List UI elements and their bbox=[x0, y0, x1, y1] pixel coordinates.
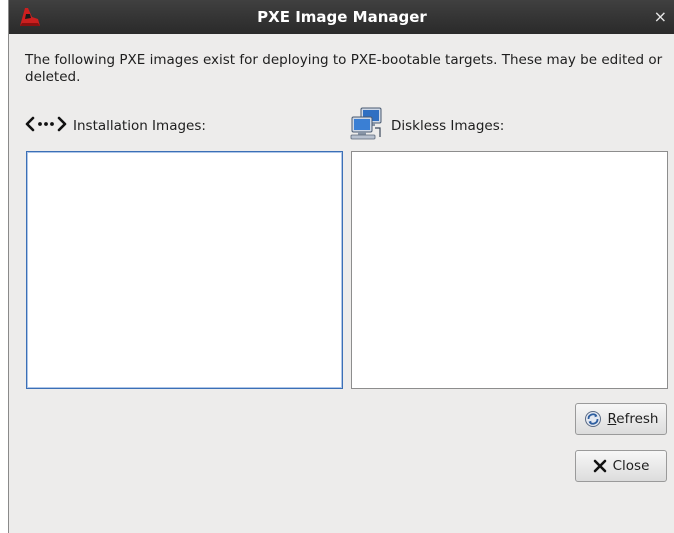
diskless-images-header: Diskless Images: bbox=[349, 106, 504, 146]
diskless-images-label: Diskless Images: bbox=[391, 118, 505, 134]
titlebar[interactable]: PXE Image Manager × bbox=[9, 0, 674, 34]
refresh-icon bbox=[584, 410, 602, 428]
installation-images-list[interactable] bbox=[26, 151, 343, 389]
close-button-label: Close bbox=[612, 458, 650, 474]
description-text: The following PXE images exist for deplo… bbox=[25, 52, 663, 85]
close-x-icon bbox=[593, 459, 607, 473]
close-button[interactable]: Close bbox=[575, 450, 667, 482]
networked-computers-icon bbox=[349, 106, 385, 146]
window-title: PXE Image Manager bbox=[257, 8, 427, 26]
close-window-icon[interactable]: × bbox=[654, 7, 667, 26]
network-arrows-icon bbox=[25, 116, 67, 136]
pxe-image-manager-window: PXE Image Manager × The following PXE im… bbox=[8, 0, 674, 533]
refresh-button-label: Refresh bbox=[607, 411, 659, 427]
refresh-button[interactable]: Refresh bbox=[575, 403, 667, 435]
installation-images-header: Installation Images: bbox=[25, 106, 206, 146]
installation-images-label: Installation Images: bbox=[73, 118, 206, 134]
diskless-images-list[interactable] bbox=[351, 151, 668, 389]
